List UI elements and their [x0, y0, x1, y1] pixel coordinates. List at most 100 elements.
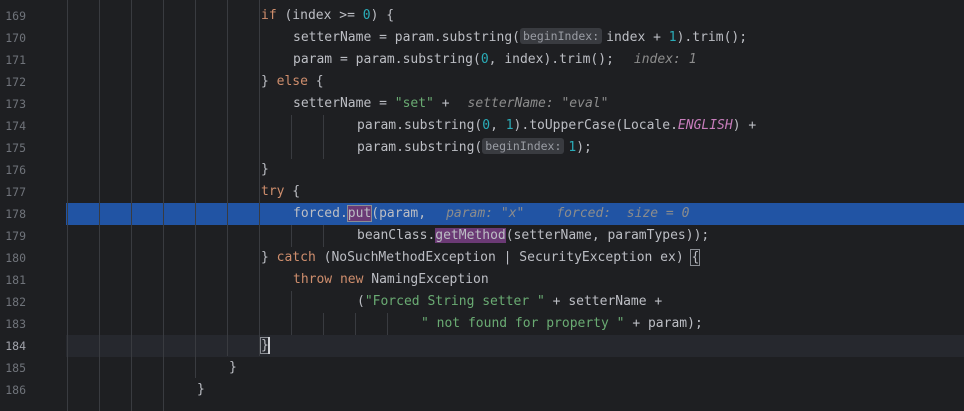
code-line[interactable]: } else {	[261, 71, 324, 93]
line-number: 176	[5, 163, 26, 177]
method-call-highlight: getMethod	[435, 228, 506, 243]
code-area[interactable]: if (index >= 0) { setterName = param.sub…	[66, 0, 964, 411]
indent-guide	[163, 0, 164, 411]
line-number: 173	[5, 97, 26, 111]
indent-guide	[291, 115, 292, 159]
code-text: ,	[490, 118, 506, 133]
indent-guide	[67, 0, 68, 411]
inline-debug-value: param: "x"	[446, 206, 525, 221]
line-number: 170	[5, 31, 26, 45]
code-line[interactable]: setterName = "set" + setterName: "eval"	[293, 93, 608, 115]
parameter-hint: beginIndex:	[482, 138, 565, 154]
line-number-gutter[interactable]: 169 170 171 172 173 174 175 176 177 178 …	[0, 0, 66, 411]
number-literal: 0	[362, 8, 371, 23]
code-text: param.substring(	[357, 140, 483, 155]
code-line[interactable]: beanClass.getMethod(setterName, paramTyp…	[357, 225, 709, 247]
code-text: }	[261, 250, 277, 265]
indent-guide	[355, 313, 356, 335]
code-text: ).trim();	[676, 30, 748, 45]
current-line-number: 184	[5, 339, 26, 353]
code-text: index +	[606, 30, 669, 45]
code-text: (index >=	[276, 8, 363, 23]
code-text: + param);	[624, 316, 703, 331]
code-text: }	[261, 74, 277, 89]
line-number: 177	[5, 185, 26, 199]
string-literal: "Forced String setter "	[364, 294, 545, 309]
line-number: 183	[5, 317, 26, 331]
code-line[interactable]: }	[261, 159, 269, 181]
code-text: +	[433, 96, 450, 111]
static-constant: ENGLISH	[677, 118, 733, 133]
keyword: throw	[293, 272, 333, 287]
code-line[interactable]: throw new NamingException	[293, 269, 489, 291]
code-text: {	[307, 74, 324, 89]
code-text: param.substring(	[357, 118, 483, 133]
code-line[interactable]: }	[197, 379, 205, 401]
indent-guide	[259, 27, 260, 71]
code-text: ) +	[732, 118, 757, 133]
inline-debug-value: setterName: "eval"	[467, 96, 609, 111]
number-literal: 1	[505, 118, 514, 133]
code-line[interactable]: ("Forced String setter " + setterName +	[357, 291, 662, 313]
line-number: 178	[5, 207, 26, 221]
line-number: 174	[5, 119, 26, 133]
indent-guide	[323, 313, 324, 335]
line-number: 182	[5, 295, 26, 309]
inline-debug-value: index: 1	[633, 52, 697, 67]
code-text: NamingException	[363, 272, 489, 287]
indent-guide	[131, 0, 132, 411]
line-number: 169	[5, 9, 26, 23]
code-text: forced.	[293, 206, 348, 221]
line-number: 181	[5, 273, 26, 287]
code-text: }	[229, 360, 237, 375]
code-text: ) {	[370, 8, 395, 23]
keyword: catch	[276, 250, 316, 265]
keyword: else	[276, 74, 308, 89]
code-line[interactable]: param = param.substring(0, index).trim()…	[293, 49, 697, 71]
indent-guide	[291, 291, 292, 335]
code-line-current-execution[interactable]: forced.put(param, param: "x" forced: size …	[293, 203, 689, 225]
code-line[interactable]: setterName = param.substring(beginIndex:…	[293, 27, 747, 49]
code-line[interactable]: param.substring(0, 1).toUpperCase(Locale…	[357, 115, 756, 137]
code-line[interactable]: }	[229, 357, 237, 379]
code-text: (NoSuchMethodException | SecurityExcepti…	[315, 250, 692, 265]
keyword: if	[261, 8, 277, 23]
code-line[interactable]: if (index >= 0) {	[261, 5, 394, 27]
string-literal: "set"	[394, 96, 434, 111]
code-text: (setterName, paramTypes));	[505, 228, 710, 243]
text-cursor	[268, 337, 270, 354]
indent-guide	[99, 0, 100, 411]
code-text: );	[576, 140, 592, 155]
line-number: 180	[5, 251, 26, 265]
inline-debug-value: forced: size = 0	[556, 206, 690, 221]
code-editor[interactable]: 169 170 171 172 173 174 175 176 177 178 …	[0, 0, 964, 411]
parameter-hint: beginIndex:	[519, 28, 603, 44]
code-text: }	[261, 162, 269, 177]
code-text: setterName = param.substring(	[293, 30, 520, 45]
code-line[interactable]: " not found for property " + param);	[421, 313, 703, 335]
code-text: beanClass.	[357, 228, 436, 243]
indent-guide	[195, 0, 196, 378]
string-literal: " not found for property "	[421, 316, 625, 331]
current-line-highlight	[66, 335, 964, 357]
indent-guide	[291, 225, 292, 247]
code-text: ).toUpperCase(Locale.	[513, 118, 678, 133]
line-number: 172	[5, 75, 26, 89]
code-text: setterName =	[293, 96, 395, 111]
code-text: }	[197, 382, 205, 397]
code-text: (	[357, 294, 365, 309]
line-number: 171	[5, 53, 26, 67]
keyword: new	[339, 272, 364, 287]
indent-guide	[323, 115, 324, 159]
number-literal: 1	[668, 30, 677, 45]
code-text: + setterName +	[544, 294, 663, 309]
matched-brace: {	[690, 249, 701, 266]
method-call-highlight: put	[346, 205, 373, 222]
number-literal: 0	[482, 118, 491, 133]
code-line[interactable]: } catch (NoSuchMethodException | Securit…	[261, 247, 701, 269]
code-line[interactable]: try {	[261, 181, 300, 203]
indent-guide	[227, 0, 228, 356]
code-line[interactable]: param.substring(beginIndex: 1);	[357, 137, 592, 159]
code-text: (param,	[371, 206, 427, 221]
